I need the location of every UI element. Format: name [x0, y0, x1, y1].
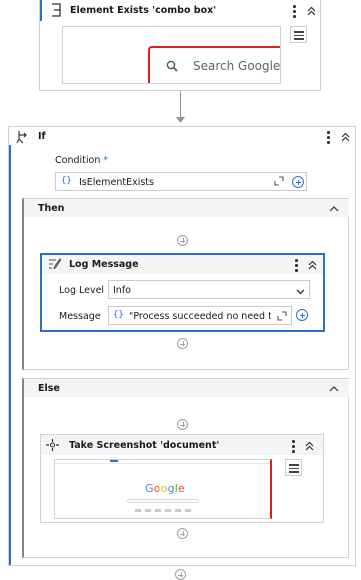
take-screenshot-title: Take Screenshot 'document' [69, 440, 220, 451]
required-mark: * [103, 155, 109, 166]
if-rail [9, 145, 11, 565]
take-screenshot-preview: Google [54, 459, 272, 519]
element-exists-more-icon[interactable] [293, 5, 297, 20]
log-message-collapse-icon[interactable] [308, 260, 317, 270]
condition-expand-icon[interactable] [274, 176, 284, 186]
if-activity[interactable]: If Condition * {} IsElementExists Then L… [8, 126, 356, 566]
condition-value: IsElementExists [79, 177, 154, 188]
message-add-icon[interactable] [296, 309, 308, 321]
take-screenshot-activity[interactable]: Take Screenshot 'document' Google [40, 434, 324, 523]
if-branch-icon [16, 130, 30, 144]
preview-search-bar [127, 499, 199, 503]
take-screenshot-collapse-icon[interactable] [305, 441, 314, 451]
take-screenshot-menu-button[interactable] [285, 459, 302, 476]
then-header[interactable]: Then [24, 199, 349, 217]
then-title: Then [38, 203, 65, 214]
log-message-title: Log Message [69, 259, 139, 270]
log-message-activity[interactable]: Log Message Log Level Info Message {} "P… [40, 253, 325, 332]
else-collapse-icon[interactable] [329, 384, 339, 392]
preview-search-text: Search Google [193, 59, 281, 73]
message-curly-icon: {} [113, 310, 124, 320]
then-branch: Then Log Message Log Level Info Message … [22, 198, 349, 370]
element-exists-icon [51, 3, 61, 17]
condition-label: Condition * [55, 155, 109, 166]
else-title: Else [38, 383, 60, 394]
else-add-top-icon[interactable] [177, 419, 188, 430]
log-level-value: Info [113, 285, 131, 296]
element-exists-accent-bar [40, 0, 42, 21]
if-title: If [38, 131, 46, 142]
condition-input[interactable]: {} IsElementExists [55, 172, 307, 191]
if-collapse-icon[interactable] [341, 132, 350, 142]
log-level-label: Log Level [59, 285, 105, 296]
element-exists-activity[interactable]: Element Exists 'combo box' Search Google [39, 0, 321, 91]
log-message-icon [48, 257, 62, 271]
element-exists-collapse-icon[interactable] [307, 6, 316, 16]
then-add-bottom-icon[interactable] [177, 338, 188, 349]
preview-search-icon [166, 60, 178, 72]
message-value: "Process succeeded no need to [129, 311, 271, 322]
log-message-more-icon[interactable] [295, 259, 299, 274]
log-level-select[interactable]: Info [108, 280, 310, 299]
preview-buttons [135, 509, 195, 512]
element-exists-preview: Search Google [62, 26, 281, 84]
connector-arrow-icon [176, 116, 185, 123]
message-expand-icon[interactable] [277, 311, 287, 321]
preview-google-logo: Google [145, 482, 185, 495]
condition-add-icon[interactable] [292, 176, 304, 188]
element-exists-title: Element Exists 'combo box' [70, 5, 217, 16]
else-branch: Else Take Screenshot 'document' Google [22, 378, 349, 558]
else-header[interactable]: Else [24, 379, 349, 397]
element-exists-menu-button[interactable] [290, 26, 307, 43]
preview-top-bar [55, 460, 270, 464]
take-screenshot-more-icon[interactable] [292, 440, 296, 455]
preview-logo-text: Google [145, 482, 185, 495]
message-label: Message [59, 311, 101, 322]
if-more-icon[interactable] [327, 131, 331, 146]
preview-tab-marker [110, 460, 118, 462]
chevron-down-icon [296, 287, 305, 295]
expression-curly-icon: {} [61, 176, 72, 186]
if-add-bottom-icon[interactable] [175, 569, 186, 580]
then-collapse-icon[interactable] [329, 204, 339, 212]
sequence-connector [180, 91, 181, 117]
then-add-top-icon[interactable] [177, 235, 188, 246]
message-input[interactable]: {} "Process succeeded no need to [108, 306, 292, 325]
camera-icon [46, 439, 59, 451]
else-add-bottom-icon[interactable] [177, 528, 188, 539]
